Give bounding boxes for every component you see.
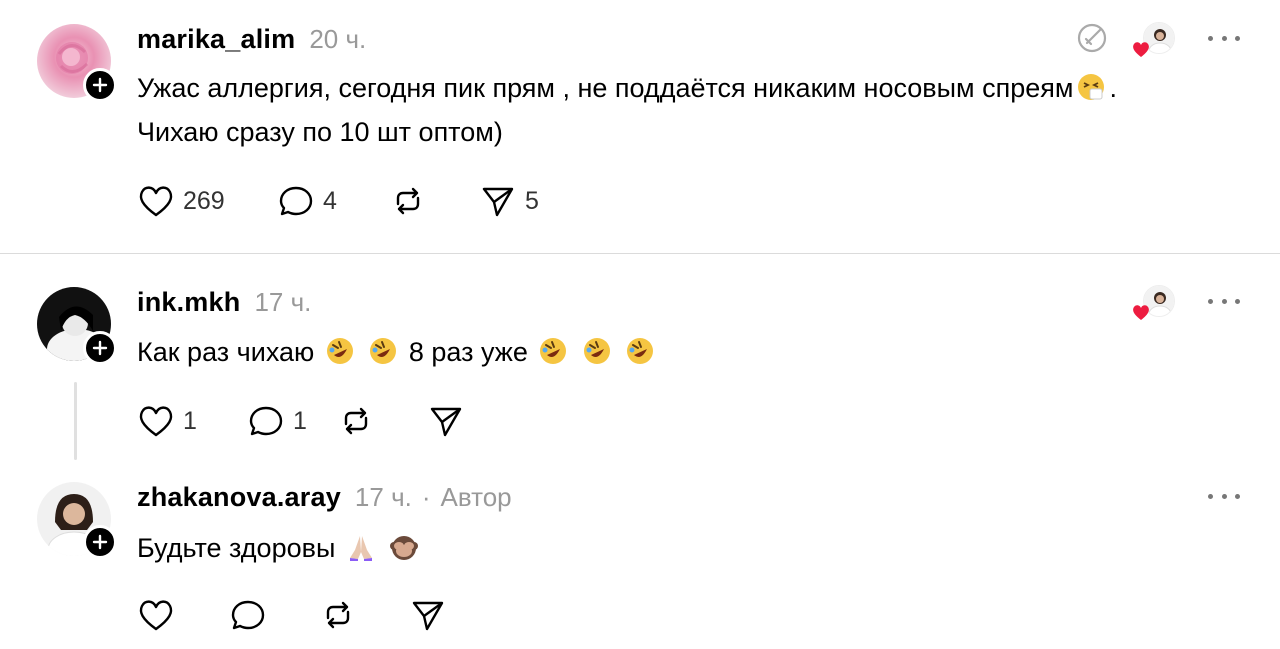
share-button[interactable] xyxy=(427,404,487,438)
post-text-part: . xyxy=(1109,73,1117,103)
comment-button[interactable]: 4 xyxy=(277,184,389,218)
edit-circle-icon[interactable] xyxy=(1075,21,1109,55)
rolling-laughing-emoji-icon xyxy=(540,338,567,364)
repost-icon xyxy=(396,187,420,215)
separator-dot: · xyxy=(421,482,431,512)
post-text: Как раз чихаю 8 раз уже xyxy=(137,330,658,374)
heart-icon xyxy=(139,406,173,437)
post-header: marika_alim 20 ч. xyxy=(137,24,366,55)
like-count: 269 xyxy=(183,186,225,215)
post-text: Будьте здоровы xyxy=(137,526,422,570)
comment-count: 4 xyxy=(323,186,337,215)
username[interactable]: marika_alim xyxy=(137,24,295,55)
follow-plus-icon[interactable] xyxy=(83,68,117,102)
post-header: zhakanova.aray 17 ч. · Автор xyxy=(137,482,512,513)
liked-by-author-indicator xyxy=(1131,285,1175,321)
more-dots-icon[interactable] xyxy=(1208,291,1240,311)
share-button[interactable] xyxy=(409,598,469,632)
repost-button[interactable] xyxy=(337,404,427,438)
post-actions: 269 4 5 xyxy=(137,184,559,218)
post-actions xyxy=(137,598,469,632)
post-text-part: 8 раз уже xyxy=(408,337,528,367)
send-icon xyxy=(482,187,514,217)
see-no-evil-monkey-emoji-icon xyxy=(390,536,419,560)
heart-filled-icon xyxy=(1133,42,1149,57)
comment-bubble-icon xyxy=(249,406,283,436)
post-text-line-1: Ужас аллергия, сегодня пик прям , не под… xyxy=(137,66,1117,110)
comment-button[interactable]: 1 xyxy=(247,404,337,438)
like-button[interactable] xyxy=(137,598,229,632)
reply-zhakanova-aray: zhakanova.aray 17 ч. · Автор Будьте здор… xyxy=(0,464,1280,649)
comment-count: 1 xyxy=(293,406,307,435)
rolling-laughing-emoji-icon xyxy=(326,338,353,364)
send-icon xyxy=(430,407,462,437)
send-icon xyxy=(412,601,444,631)
reply-ink-mkh: ink.mkh 17 ч. Как раз чихаю 8 раз уже 1 … xyxy=(0,254,1280,464)
author-label: Автор xyxy=(440,482,512,512)
post-text-part: Ужас аллергия, сегодня пик прям , не под… xyxy=(137,73,1074,103)
post-text-part: Как раз чихаю xyxy=(137,337,315,367)
like-count: 1 xyxy=(183,406,197,435)
sneezing-face-emoji-icon xyxy=(1078,74,1105,100)
repost-button[interactable] xyxy=(389,184,479,218)
post-text: Ужас аллергия, сегодня пик прям , не под… xyxy=(137,66,1117,154)
share-button[interactable]: 5 xyxy=(479,184,559,218)
post-marika-alim: marika_alim 20 ч. Ужас аллергия, сегодня… xyxy=(0,0,1280,252)
more-dots-icon[interactable] xyxy=(1208,28,1240,48)
repost-button[interactable] xyxy=(319,598,409,632)
post-header: ink.mkh 17 ч. xyxy=(137,287,311,318)
rolling-laughing-emoji-icon xyxy=(370,338,397,364)
more-dots-icon[interactable] xyxy=(1208,486,1240,506)
username[interactable]: ink.mkh xyxy=(137,287,240,318)
share-count: 5 xyxy=(525,186,539,215)
follow-plus-icon[interactable] xyxy=(83,525,117,559)
comment-bubble-icon xyxy=(279,186,313,216)
thread-connector xyxy=(74,382,77,460)
username[interactable]: zhakanova.aray xyxy=(137,482,341,513)
heart-icon xyxy=(139,600,173,631)
post-time[interactable]: 17 ч. xyxy=(254,287,311,318)
repost-icon xyxy=(344,407,368,435)
rolling-laughing-emoji-icon xyxy=(627,338,654,364)
liked-by-author-indicator xyxy=(1131,22,1175,58)
follow-plus-icon[interactable] xyxy=(83,331,117,365)
heart-filled-icon xyxy=(1133,305,1149,320)
post-actions: 1 1 xyxy=(137,404,487,438)
post-text-part: Будьте здоровы xyxy=(137,533,336,563)
post-time[interactable]: 17 ч. xyxy=(355,482,412,513)
comment-bubble-icon xyxy=(231,600,265,630)
comment-button[interactable] xyxy=(229,598,319,632)
repost-icon xyxy=(326,601,350,629)
post-time[interactable]: 20 ч. xyxy=(309,24,366,55)
post-text-line-2: Чихаю сразу по 10 шт оптом) xyxy=(137,117,503,147)
folded-hands-emoji-icon xyxy=(349,536,372,561)
heart-icon xyxy=(139,186,173,217)
rolling-laughing-emoji-icon xyxy=(583,338,610,364)
like-button[interactable]: 269 xyxy=(137,184,257,218)
like-button[interactable]: 1 xyxy=(137,404,229,438)
